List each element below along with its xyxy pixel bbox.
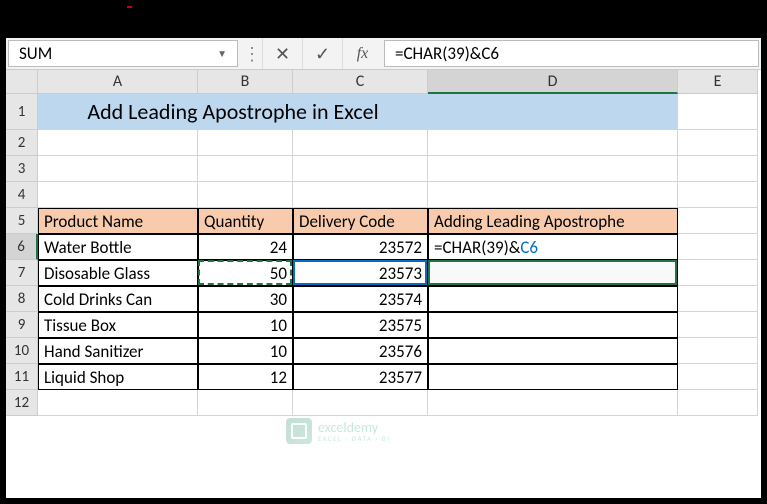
select-all-corner[interactable] [6, 70, 38, 94]
table-cell[interactable]: 23575 [293, 312, 428, 338]
col-header-c[interactable]: C [293, 70, 428, 94]
insert-function-button[interactable]: fx [342, 38, 382, 69]
table-cell[interactable]: 10 [198, 338, 293, 364]
row-header-4[interactable]: 4 [6, 182, 38, 208]
formula-bar: SUM ▼ ⋮ ✕ ✓ fx =CHAR(39)&C6 [6, 38, 761, 70]
formula-input[interactable]: =CHAR(39)&C6 [384, 40, 759, 67]
row-header-5[interactable]: 5 [6, 208, 38, 234]
cell[interactable] [38, 182, 198, 208]
cell[interactable] [428, 156, 678, 182]
row-header-9[interactable]: 9 [6, 312, 38, 338]
separator-icon: ⋮ [242, 38, 262, 69]
cell[interactable] [678, 182, 758, 208]
row-header-8[interactable]: 8 [6, 286, 38, 312]
cell[interactable] [428, 130, 678, 156]
cell[interactable] [678, 312, 758, 338]
col-header-a[interactable]: A [38, 70, 198, 94]
cell[interactable] [293, 390, 428, 416]
row-header-11[interactable]: 11 [6, 364, 38, 390]
watermark: exceldemyEXCEL · DATA · BI [286, 418, 391, 444]
col-header-d[interactable]: D [428, 70, 678, 94]
cell[interactable] [198, 156, 293, 182]
enter-button[interactable]: ✓ [302, 38, 342, 69]
row-header-1[interactable]: 1 [6, 94, 38, 130]
table-cell[interactable]: 12 [198, 364, 293, 390]
cell[interactable] [678, 208, 758, 234]
table-cell[interactable]: 24 [198, 234, 293, 260]
cell[interactable] [678, 390, 758, 416]
row-header-12[interactable]: 12 [6, 390, 38, 416]
row-header-6[interactable]: 6 [6, 234, 38, 260]
watermark-logo-icon [286, 418, 312, 444]
row-header-3[interactable]: 3 [6, 156, 38, 182]
header-quantity[interactable]: Quantity [198, 208, 293, 234]
table-cell[interactable] [428, 364, 678, 390]
table-cell[interactable]: 50 [198, 260, 293, 286]
table-cell[interactable] [428, 312, 678, 338]
name-box-value: SUM [19, 43, 217, 64]
table-cell[interactable]: Hand Sanitizer [38, 338, 198, 364]
cell[interactable] [38, 130, 198, 156]
cell[interactable] [678, 234, 758, 260]
cell[interactable] [293, 182, 428, 208]
cell[interactable] [293, 130, 428, 156]
cell[interactable] [38, 156, 198, 182]
active-cell-d6[interactable]: =CHAR(39)&C6 [428, 234, 678, 260]
cell[interactable] [198, 182, 293, 208]
cell[interactable] [678, 94, 758, 130]
cell[interactable] [293, 156, 428, 182]
cell[interactable] [678, 156, 758, 182]
table-cell[interactable]: Water Bottle [38, 234, 198, 260]
table-cell[interactable] [428, 286, 678, 312]
table-cell[interactable]: 23574 [293, 286, 428, 312]
table-cell[interactable]: 23576 [293, 338, 428, 364]
cell[interactable] [678, 338, 758, 364]
cell[interactable] [678, 130, 758, 156]
cell[interactable] [428, 390, 678, 416]
header-product[interactable]: Product Name [38, 208, 198, 234]
title-cell-ext[interactable] [428, 94, 678, 130]
table-cell[interactable]: 23573 [293, 260, 428, 286]
col-header-b[interactable]: B [198, 70, 293, 94]
table-cell[interactable] [428, 260, 678, 286]
col-header-e[interactable]: E [678, 70, 758, 94]
table-cell[interactable]: 23572 [293, 234, 428, 260]
table-cell[interactable]: 30 [198, 286, 293, 312]
title-cell[interactable]: Add Leading Apostrophe in Excel [38, 94, 428, 130]
table-cell[interactable]: Disosable Glass [38, 260, 198, 286]
row-header-10[interactable]: 10 [6, 338, 38, 364]
spreadsheet-grid: A B C D E 1 Add Leading Apostrophe in Ex… [6, 70, 761, 416]
table-cell[interactable] [428, 338, 678, 364]
name-box[interactable]: SUM ▼ [8, 40, 238, 67]
chevron-down-icon[interactable]: ▼ [217, 47, 227, 60]
cell[interactable] [198, 130, 293, 156]
table-cell[interactable]: Liquid Shop [38, 364, 198, 390]
cell[interactable] [678, 286, 758, 312]
table-cell[interactable]: Cold Drinks Can [38, 286, 198, 312]
table-cell[interactable]: Tissue Box [38, 312, 198, 338]
cell[interactable] [428, 182, 678, 208]
cell[interactable] [678, 260, 758, 286]
cell[interactable] [678, 364, 758, 390]
table-cell[interactable]: 10 [198, 312, 293, 338]
header-code[interactable]: Delivery Code [293, 208, 428, 234]
row-header-2[interactable]: 2 [6, 130, 38, 156]
cell[interactable] [38, 390, 198, 416]
row-header-7[interactable]: 7 [6, 260, 38, 286]
table-cell[interactable]: 23577 [293, 364, 428, 390]
cell[interactable] [198, 390, 293, 416]
header-result[interactable]: Adding Leading Apostrophe [428, 208, 678, 234]
cancel-button[interactable]: ✕ [262, 38, 302, 69]
